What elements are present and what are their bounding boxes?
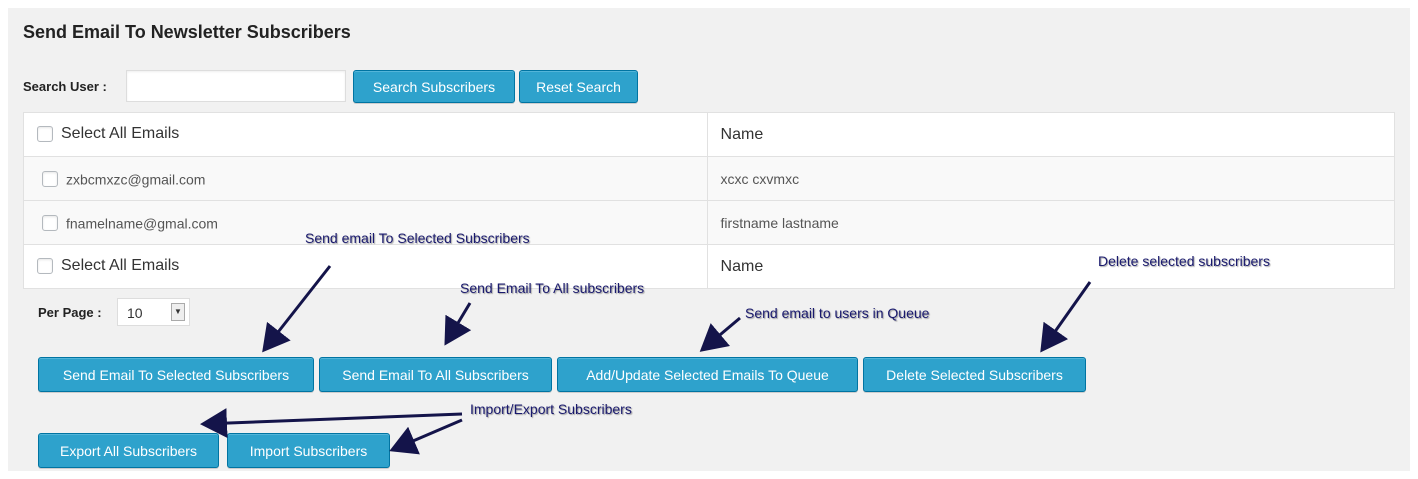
arrow-import (389, 418, 463, 455)
arrow-send-all (444, 302, 472, 346)
arrow-delete (1040, 281, 1092, 353)
arrow-queue (699, 316, 741, 352)
annotation-arrows (200, 265, 1092, 455)
arrow-send-selected (262, 265, 332, 353)
arrow-export (200, 408, 463, 439)
